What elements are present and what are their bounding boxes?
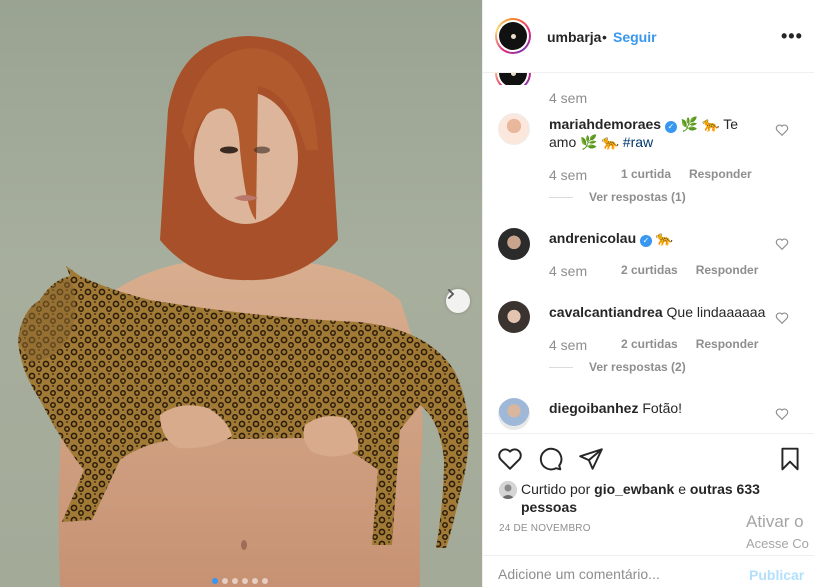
heart-icon[interactable] <box>497 446 523 472</box>
comment-like-heart-icon[interactable] <box>775 237 789 251</box>
comment-avatar-partial <box>495 73 531 85</box>
view-replies-button[interactable]: Ver respostas (2) <box>549 360 686 374</box>
comment-like-count[interactable]: 1 curtida <box>621 167 671 183</box>
commenter-username[interactable]: cavalcantiandrea <box>549 304 663 320</box>
liked-by-username[interactable]: gio_ewbank <box>594 481 674 497</box>
comment-like-count[interactable]: 2 curtidas <box>621 337 678 353</box>
post-side-panel: umbarja • Seguir ••• 4 sem mariahdemorae… <box>482 0 814 587</box>
author-username[interactable]: umbarja <box>547 29 601 45</box>
commenter-username[interactable]: mariahdemoraes <box>549 116 661 132</box>
photo-illustration <box>18 36 469 587</box>
carousel-dot <box>222 578 228 584</box>
comment-time: 4 sem <box>549 263 588 279</box>
chevron-right-icon <box>448 289 455 299</box>
commenter-username[interactable]: andrenicolau <box>549 230 636 246</box>
commenter-avatar[interactable] <box>498 301 530 333</box>
carousel-dot <box>262 578 268 584</box>
comment-time: 4 sem <box>549 337 588 353</box>
verified-badge-icon: ✓ <box>640 235 653 247</box>
liked-by-prefix: Curtido por <box>521 481 591 497</box>
comment-meta: 4 sem 1 curtida Responder <box>549 167 770 183</box>
carousel-dot <box>242 578 248 584</box>
verified-badge-icon: ✓ <box>664 121 677 133</box>
comment-hashtag[interactable]: #raw <box>623 134 653 150</box>
paper-plane-icon[interactable] <box>578 446 604 472</box>
commenter-avatar[interactable] <box>498 113 530 145</box>
comment-like-count[interactable]: 2 curtidas <box>621 263 678 279</box>
bookmark-icon[interactable] <box>777 446 803 472</box>
comment-body: diegoibanhez Fotão! <box>549 399 769 417</box>
publish-button[interactable]: Publicar <box>749 567 804 583</box>
reply-button[interactable]: Responder <box>696 337 759 353</box>
comment-body: mariahdemoraes ✓ 🌿 🐆 Te amo 🌿 🐆 #raw <box>549 115 769 151</box>
carousel-dot <box>212 578 218 584</box>
follow-button[interactable]: Seguir <box>613 29 657 45</box>
comment-like-heart-icon[interactable] <box>775 311 789 325</box>
post-header: umbarja • Seguir ••• <box>483 0 814 73</box>
carousel-indicator <box>212 578 268 584</box>
comment-like-heart-icon[interactable] <box>775 407 789 421</box>
comment-body: cavalcantiandrea Que lindaaaaaa <box>549 303 769 321</box>
commenter-avatar[interactable] <box>498 228 530 260</box>
add-comment-bar: Publicar <box>483 555 814 587</box>
comment-time: 4 sem <box>549 167 588 183</box>
comment-meta: 4 sem 2 curtidas Responder <box>549 263 776 279</box>
comments-list[interactable]: 4 sem mariahdemoraes ✓ 🌿 🐆 Te amo 🌿 🐆 #r… <box>483 73 814 433</box>
view-replies-button[interactable]: Ver respostas (1) <box>549 190 686 204</box>
next-photo-button[interactable] <box>446 289 470 313</box>
comment-input[interactable] <box>498 566 698 582</box>
comment-text: Que lindaaaaaa <box>666 304 766 320</box>
comment-bubble-icon[interactable] <box>537 446 563 472</box>
comment-text: 🐆 <box>655 230 674 246</box>
reply-button[interactable]: Responder <box>689 167 752 183</box>
liked-by-connector: e <box>678 481 686 497</box>
comment-like-heart-icon[interactable] <box>775 123 789 137</box>
carousel-dot <box>232 578 238 584</box>
commenter-avatar[interactable] <box>498 398 530 430</box>
carousel-dot <box>252 578 258 584</box>
view-replies-label: Ver respostas (1) <box>589 190 686 204</box>
header-separator: • <box>602 29 607 45</box>
post-date[interactable]: 24 DE NOVEMBRO <box>499 523 591 534</box>
instagram-post-modal: umbarja • Seguir ••• 4 sem mariahdemorae… <box>0 0 814 587</box>
commenter-username[interactable]: diegoibanhez <box>549 400 638 416</box>
post-actions-bar <box>483 433 814 483</box>
author-avatar[interactable] <box>495 18 531 54</box>
more-options-icon[interactable]: ••• <box>781 26 803 47</box>
reply-button[interactable]: Responder <box>696 263 759 279</box>
comment-body: andrenicolau ✓ 🐆 <box>549 229 769 247</box>
liker-avatar[interactable] <box>499 481 517 499</box>
comment-text: Fotão! <box>642 400 683 416</box>
post-photo[interactable] <box>0 0 482 587</box>
view-replies-label: Ver respostas (2) <box>589 360 686 374</box>
comment-time: 4 sem <box>549 90 588 106</box>
comment-meta: 4 sem 2 curtidas Responder <box>549 337 776 353</box>
